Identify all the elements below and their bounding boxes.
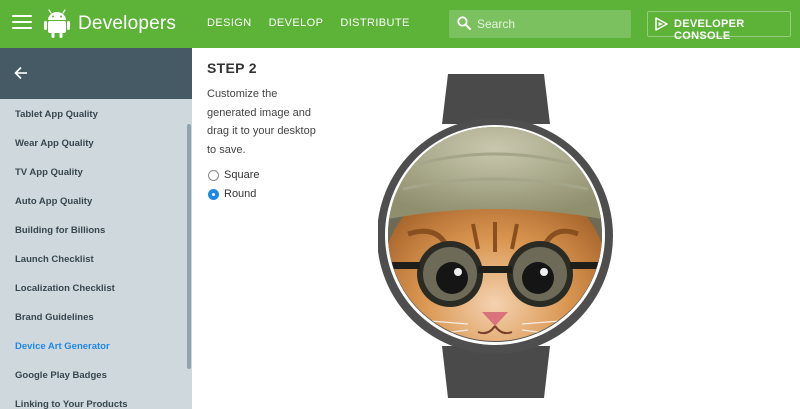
- brand-title[interactable]: Developers: [78, 13, 176, 35]
- nav-develop[interactable]: DEVELOP: [269, 17, 324, 29]
- round-label: Round: [224, 188, 257, 200]
- search-icon: [457, 16, 471, 30]
- sidebar-header: [0, 48, 192, 99]
- top-nav: DESIGN DEVELOP DISTRIBUTE: [207, 17, 427, 29]
- round-radio[interactable]: [208, 188, 219, 200]
- sidebar-item-google-play-badges[interactable]: Google Play Badges: [0, 368, 188, 397]
- sidebar-item-auto-app-quality[interactable]: Auto App Quality: [0, 194, 188, 223]
- search-input[interactable]: Search: [449, 10, 631, 38]
- android-logo-icon[interactable]: [44, 9, 70, 39]
- developer-console-label: DEVELOPER CONSOLE: [674, 18, 745, 42]
- step-description: Customize the generated image and drag i…: [207, 88, 316, 156]
- nav-distribute[interactable]: DISTRIBUTE: [340, 17, 409, 29]
- search-placeholder: Search: [477, 17, 516, 31]
- watch-device-art[interactable]: [378, 74, 614, 398]
- step-title: STEP 2: [207, 60, 257, 76]
- back-arrow-icon[interactable]: [14, 66, 28, 80]
- square-label: Square: [224, 169, 260, 181]
- top-app-bar: Developers DESIGN DEVELOP DISTRIBUTE Sea…: [0, 0, 800, 48]
- sidebar-item-localization-checklist[interactable]: Localization Checklist: [0, 281, 188, 310]
- square-radio[interactable]: [208, 169, 219, 181]
- option-round[interactable]: Round: [208, 188, 256, 200]
- sidebar-scrollbar[interactable]: [187, 124, 191, 369]
- play-console-icon: [655, 17, 668, 31]
- sidebar-item-tv-app-quality[interactable]: TV App Quality: [0, 165, 188, 194]
- developer-console-button[interactable]: DEVELOPER CONSOLE: [647, 11, 791, 42]
- menu-icon[interactable]: [12, 15, 32, 33]
- option-square[interactable]: Square: [208, 169, 259, 181]
- sidebar-item-linking-to-your-products[interactable]: Linking to Your Products: [0, 397, 188, 409]
- sidebar: Tablet App Quality Wear App Quality TV A…: [0, 48, 192, 409]
- sidebar-item-tablet-app-quality[interactable]: Tablet App Quality: [0, 107, 188, 136]
- sidebar-item-brand-guidelines[interactable]: Brand Guidelines: [0, 310, 188, 339]
- sidebar-list: Tablet App Quality Wear App Quality TV A…: [0, 107, 188, 409]
- sidebar-item-launch-checklist[interactable]: Launch Checklist: [0, 252, 188, 281]
- watch-strap-top: [442, 74, 550, 124]
- sidebar-item-building-for-billions[interactable]: Building for Billions: [0, 223, 188, 252]
- nav-design[interactable]: DESIGN: [207, 17, 252, 29]
- sidebar-item-wear-app-quality[interactable]: Wear App Quality: [0, 136, 188, 165]
- sidebar-item-device-art-generator[interactable]: Device Art Generator: [0, 339, 188, 368]
